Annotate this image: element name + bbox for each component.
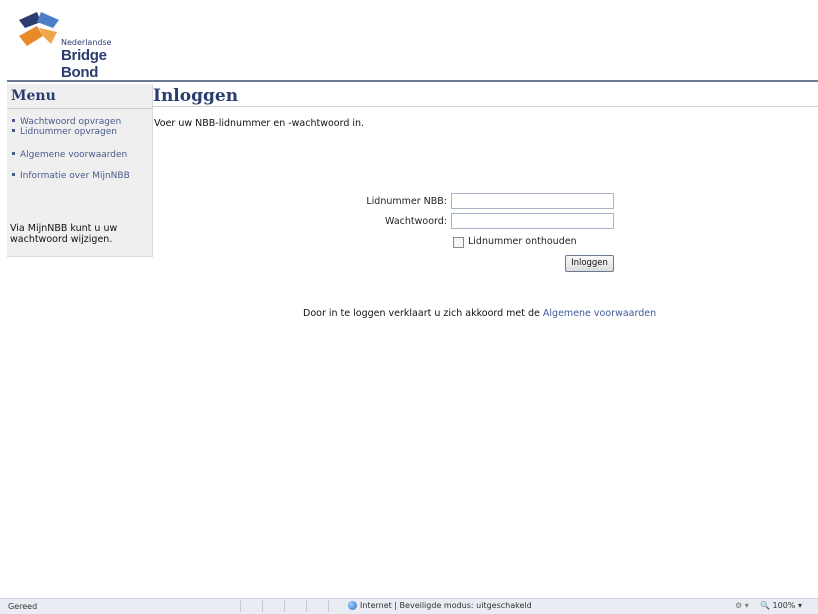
security-zone[interactable]: Internet | Beveiligde modus: uitgeschake… xyxy=(348,601,532,610)
sidebar-item-label: Wachtwoord opvragen xyxy=(20,117,122,127)
sidebar-divider xyxy=(7,108,152,109)
sidebar-item-algemene-voorwaarden[interactable]: Algemene voorwaarden xyxy=(12,150,127,160)
page-title: Inloggen xyxy=(153,86,239,106)
status-text: Gereed xyxy=(8,602,38,611)
wachtwoord-input[interactable] xyxy=(451,213,614,229)
sidebar-note: Via MijnNBB kunt u uw wachtwoord wijzige… xyxy=(10,223,150,245)
sidebar-title: Menu xyxy=(11,88,56,104)
sidebar: Menu Wachtwoord opvragen Lidnummer opvra… xyxy=(7,84,153,257)
sidebar-item-wachtwoord-opvragen[interactable]: Wachtwoord opvragen xyxy=(12,117,121,127)
lidnummer-label: Lidnummer NBB: xyxy=(366,196,447,207)
sidebar-note-line: wachtwoord wijzigen. xyxy=(10,234,113,245)
status-separator xyxy=(262,600,263,612)
lidnummer-input[interactable] xyxy=(451,193,614,209)
zoom-control[interactable]: 🔍 100% ▾ xyxy=(760,601,802,610)
remember-label[interactable]: Lidnummer onthouden xyxy=(468,236,577,247)
intro-text: Voer uw NBB-lidnummer en -wachtwoord in. xyxy=(154,118,365,129)
sidebar-item-label: Lidnummer opvragen xyxy=(20,127,117,137)
terms-link[interactable]: Algemene voorwaarden xyxy=(543,308,656,319)
sidebar-item-informatie-mijnnbb[interactable]: Informatie over MijnNBB xyxy=(12,171,130,181)
nbb-logo-icon xyxy=(19,12,59,46)
globe-icon xyxy=(348,601,357,610)
zoom-level: 100% xyxy=(772,601,796,610)
status-separator xyxy=(284,600,285,612)
chevron-down-icon: ▾ xyxy=(797,601,802,610)
logo-subtitle: Nederlandse xyxy=(61,38,112,47)
status-separator xyxy=(328,600,329,612)
bullet-icon xyxy=(12,152,15,155)
status-separator xyxy=(306,600,307,612)
nbb-logo[interactable]: Nederlandse Bridge Bond xyxy=(17,10,147,81)
remember-checkbox[interactable] xyxy=(453,237,464,248)
bullet-icon xyxy=(12,119,15,122)
login-button[interactable]: Inloggen xyxy=(565,255,614,272)
sidebar-item-lidnummer-opvragen[interactable]: Lidnummer opvragen xyxy=(12,127,117,137)
protected-mode-icon[interactable]: ⚙ ▾ xyxy=(735,601,749,610)
sidebar-item-label: Algemene voorwaarden xyxy=(20,150,128,160)
bullet-icon xyxy=(12,173,15,176)
terms-text: Door in te loggen verklaart u zich akkoo… xyxy=(303,308,540,319)
title-divider xyxy=(152,106,818,107)
security-zone-label: Internet | Beveiligde modus: uitgeschake… xyxy=(360,601,532,610)
header-divider xyxy=(7,80,818,82)
terms-notice: Door in te loggen verklaart u zich akkoo… xyxy=(303,308,656,319)
wachtwoord-label: Wachtwoord: xyxy=(385,216,447,227)
sidebar-item-label: Informatie over MijnNBB xyxy=(20,171,130,181)
zoom-icon: 🔍 xyxy=(760,601,770,610)
status-separator xyxy=(240,600,241,612)
bullet-icon xyxy=(12,129,15,132)
status-bar: Gereed Internet | Beveiligde modus: uitg… xyxy=(0,598,818,614)
sidebar-note-line: Via MijnNBB kunt u uw xyxy=(10,223,118,234)
logo-title: Bridge Bond xyxy=(61,47,107,81)
